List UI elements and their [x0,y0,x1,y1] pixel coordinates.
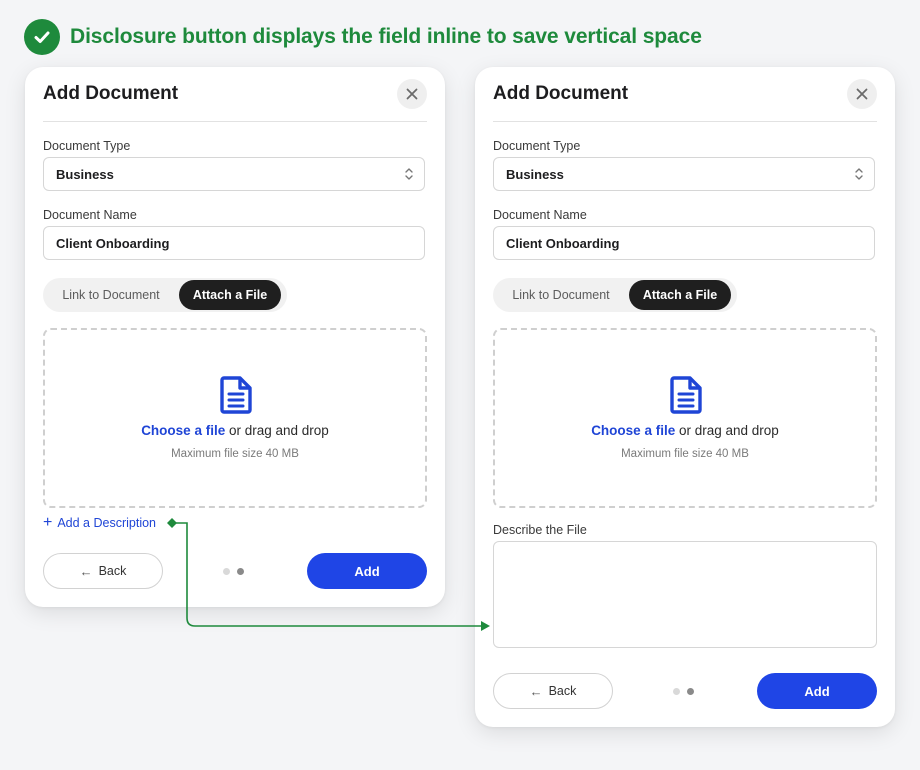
heading-text: Disclosure button displays the field inl… [70,25,702,48]
back-label: Back [98,564,127,578]
close-icon [406,88,418,100]
drag-drop-text: or drag and drop [675,423,779,438]
document-name-label: Document Name [43,208,137,222]
segment-link-to-document[interactable]: Link to Document [43,280,179,310]
chevron-up-down-icon [855,168,863,180]
step-indicator [223,568,251,575]
heading: Disclosure button displays the field inl… [24,18,702,56]
back-button[interactable]: ← Back [43,553,163,589]
add-document-dialog-expanded: Add Document Document Type Business Docu… [475,67,895,727]
add-button[interactable]: Add [757,673,877,709]
document-icon [670,376,702,414]
close-button[interactable] [847,79,877,109]
document-icon [220,376,252,414]
dropzone-instruction: Choose a file or drag and drop [45,423,425,438]
document-type-select[interactable]: Business [43,157,425,191]
segment-attach-a-file[interactable]: Attach a File [629,280,731,310]
step-dot-active [687,688,694,695]
divider [493,121,877,122]
back-label: Back [548,684,577,698]
document-type-value: Business [56,166,114,182]
checkmark-icon [24,19,60,55]
close-icon [856,88,868,100]
source-segmented-control: Link to Document Attach a File [493,278,737,312]
back-button[interactable]: ← Back [493,673,613,709]
arrow-left-icon: ← [79,563,93,579]
document-name-value: Client Onboarding [506,235,620,251]
dialog-title: Add Document [43,83,179,104]
document-name-value: Client Onboarding [56,235,170,251]
describe-file-textarea[interactable] [493,541,877,648]
divider [43,121,427,122]
file-dropzone[interactable]: Choose a file or drag and drop Maximum f… [493,328,877,508]
add-description-label: Add a Description [57,516,157,530]
segment-attach-a-file[interactable]: Attach a File [179,280,281,310]
arrow-left-icon: ← [529,683,543,699]
add-button[interactable]: Add [307,553,427,589]
step-dot-active [237,568,244,575]
step-dot [223,568,230,575]
document-type-label: Document Type [493,139,581,153]
describe-file-label: Describe the File [493,523,587,537]
source-segmented-control: Link to Document Attach a File [43,278,287,312]
document-name-input[interactable]: Client Onboarding [493,226,875,260]
document-type-label: Document Type [43,139,131,153]
file-dropzone[interactable]: Choose a file or drag and drop Maximum f… [43,328,427,508]
max-file-size-hint: Maximum file size 40 MB [171,448,299,460]
document-name-label: Document Name [493,208,587,222]
dialog-title: Add Document [493,83,629,104]
chevron-up-down-icon [405,168,413,180]
document-type-select[interactable]: Business [493,157,875,191]
step-indicator [673,688,701,695]
drag-drop-text: or drag and drop [225,423,329,438]
add-description-button[interactable]: + Add a Description [43,514,157,531]
plus-icon: + [43,514,53,531]
document-name-input[interactable]: Client Onboarding [43,226,425,260]
add-document-dialog-collapsed: Add Document Document Type Business Docu… [25,67,445,607]
choose-file-link[interactable]: Choose a file [591,423,675,438]
segment-link-to-document[interactable]: Link to Document [493,280,629,310]
close-button[interactable] [397,79,427,109]
max-file-size-hint: Maximum file size 40 MB [621,448,749,460]
step-dot [673,688,680,695]
choose-file-link[interactable]: Choose a file [141,423,225,438]
document-type-value: Business [506,166,564,182]
dropzone-instruction: Choose a file or drag and drop [495,423,875,438]
